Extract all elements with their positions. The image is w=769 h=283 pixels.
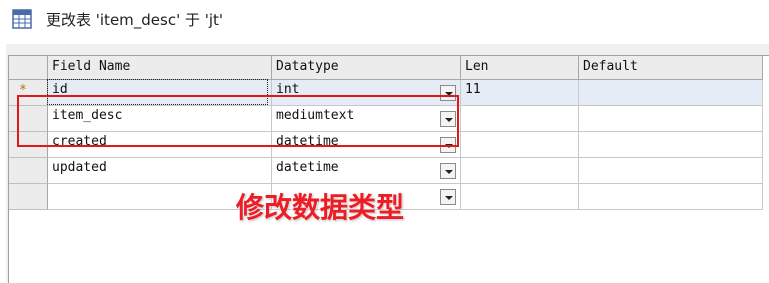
datatype-text: datetime [276,160,339,175]
column-header-len[interactable]: Len [461,56,579,80]
len-cell[interactable]: 11 [461,80,579,106]
column-header-field-name[interactable]: Field Name [48,56,272,80]
row-selector[interactable] [9,158,48,184]
len-cell[interactable] [461,184,579,210]
column-header-default[interactable]: Default [579,56,763,80]
datatype-dropdown-button[interactable] [440,163,456,179]
len-text: 11 [465,82,481,97]
window-titlebar: 更改表 'item_desc' 于 'jt' [0,0,769,44]
window-title: 更改表 'item_desc' 于 'jt' [46,11,224,29]
column-header-datatype[interactable]: Datatype [272,56,461,80]
datatype-dropdown-button[interactable] [440,189,456,205]
default-cell[interactable] [579,132,763,158]
default-cell[interactable] [579,158,763,184]
highlight-box [17,95,459,147]
table-icon [12,9,32,29]
header-selector-cell [9,56,48,80]
default-cell[interactable] [579,184,763,210]
annotation-text: 修改数据类型 [236,191,405,224]
len-cell[interactable] [461,106,579,132]
len-cell[interactable] [461,158,579,184]
field-name-text: updated [52,160,107,175]
field-name-cell[interactable]: updated [48,158,272,184]
datatype-cell[interactable]: datetime [272,158,461,184]
row-selector[interactable] [9,184,48,210]
default-cell[interactable] [579,106,763,132]
default-cell[interactable] [579,80,763,106]
len-cell[interactable] [461,132,579,158]
